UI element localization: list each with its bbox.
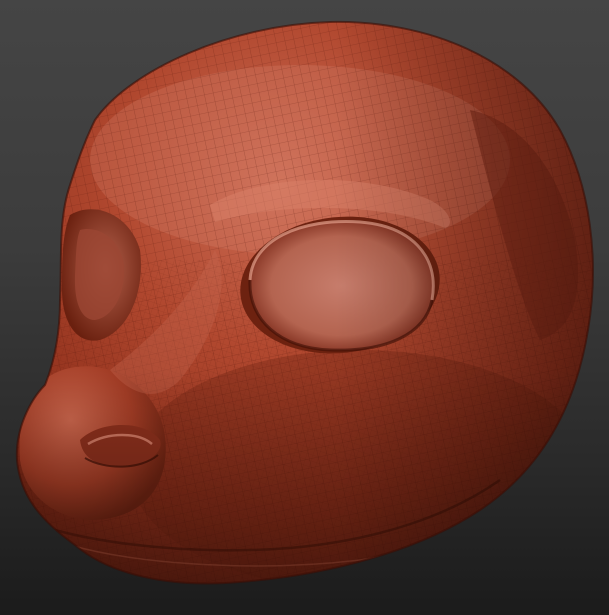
sculpt-viewport[interactable] xyxy=(0,0,609,615)
head-sculpt-render xyxy=(15,20,594,585)
head-mesh xyxy=(16,21,593,584)
